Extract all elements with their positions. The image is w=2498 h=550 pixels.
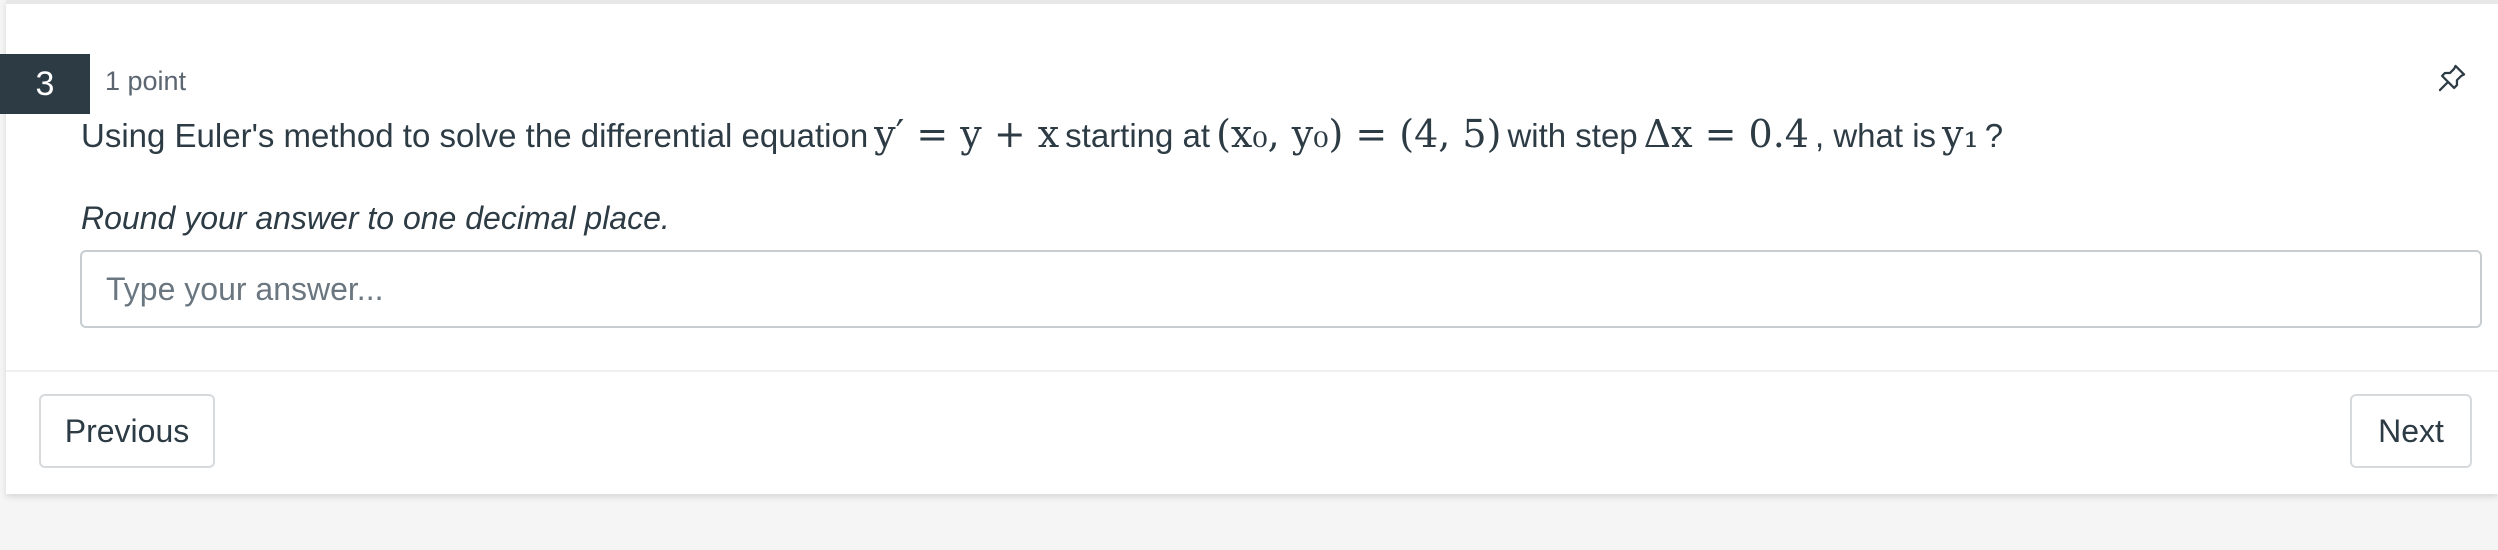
- target-variable: y₁: [1942, 112, 1979, 156]
- question-text-part: with step: [1507, 117, 1638, 154]
- question-text-part: , what is: [1814, 117, 1937, 154]
- question-text-part: starting at: [1065, 117, 1211, 154]
- question-card: 3 1 point Using Euler's method to solve …: [0, 0, 2498, 494]
- initial-condition: (x₀, y₀) = (4, 5): [1216, 112, 1502, 156]
- question-points: 1 point: [105, 66, 187, 96]
- question-text-part: Using Euler's method to solve the differ…: [81, 117, 869, 154]
- previous-button[interactable]: Previous: [39, 394, 215, 468]
- question-instruction: Round your answer to one decimal place.: [81, 200, 670, 236]
- equation: y′ = y + x: [874, 112, 1060, 156]
- question-text: Using Euler's method to solve the differ…: [81, 112, 2003, 156]
- pin-question-button[interactable]: [2430, 56, 2474, 100]
- pin-icon: [2438, 64, 2466, 92]
- question-number: 3: [0, 54, 90, 114]
- next-button[interactable]: Next: [2350, 394, 2472, 468]
- question-text-part: ?: [1984, 117, 2004, 154]
- step-size: Δx = 0.4: [1643, 112, 1809, 156]
- answer-input[interactable]: [80, 250, 2482, 328]
- footer-divider: [6, 370, 2498, 372]
